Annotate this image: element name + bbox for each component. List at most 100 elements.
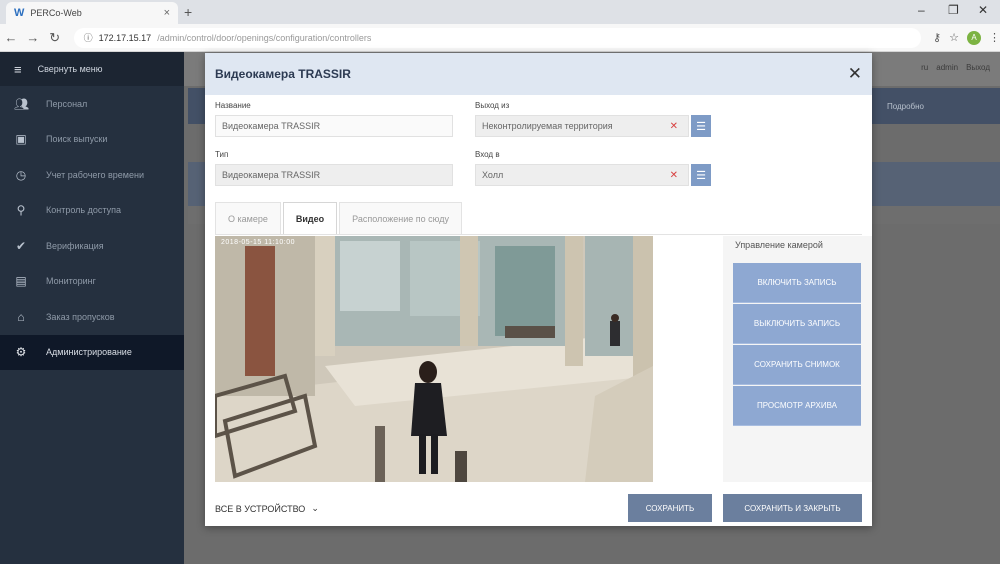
hamburger-icon: ≡	[14, 61, 22, 77]
collapse-menu[interactable]: ≡ Свернуть меню	[0, 52, 184, 86]
clock-doc-icon: ◷	[15, 167, 27, 182]
collapse-menu-label: Свернуть меню	[37, 64, 103, 74]
tab-about-camera[interactable]: О камере	[215, 202, 281, 234]
list-icon: ☰	[696, 120, 706, 133]
sidebar-item-administration[interactable]: ⚙ Администрирование	[0, 334, 184, 370]
window-close-icon[interactable]: ✕	[978, 3, 988, 17]
briefcase-icon: ▣	[15, 132, 27, 147]
forward-icon[interactable]: →	[22, 30, 44, 45]
key-icon: ⚲	[16, 203, 26, 218]
sidebar-item-personnel[interactable]: 👥︎ Персонал	[0, 86, 184, 122]
save-button[interactable]: Сохранить	[628, 494, 712, 522]
minimize-icon[interactable]: –	[918, 3, 925, 17]
entry-to-field: Вход в Холл ✕	[475, 150, 689, 186]
sidebar-item-monitoring[interactable]: ▤ Мониторинг	[0, 264, 184, 300]
people-icon: 👥︎	[14, 96, 30, 111]
type-input: Видеокамера TRASSIR	[215, 164, 453, 186]
save-snapshot-button[interactable]: Сохранить снимок	[733, 345, 861, 385]
sidebar-item-verification[interactable]: ✔ Верификация	[0, 228, 184, 264]
camera-control-title: Управление камерой	[735, 240, 823, 250]
info-icon: ⓘ	[83, 33, 93, 43]
browser-tabstrip: W PERCo-Web × + – ❐ ✕	[0, 0, 1000, 24]
back-icon[interactable]: ←	[0, 30, 22, 45]
tab-video[interactable]: Видео	[282, 202, 338, 234]
sidebar-item-label: Заказ пропусков	[46, 311, 115, 322]
exit-from-field: Выход из Неконтролируемая территория ✕	[475, 101, 689, 137]
name-field: Название Видеокамера TRASSIR	[215, 101, 453, 137]
language-switch[interactable]: ru	[921, 63, 928, 72]
profile-avatar[interactable]: A	[966, 30, 981, 45]
type-field: Тип Видеокамера TRASSIR	[215, 150, 453, 186]
chat-icon: ▤	[15, 274, 27, 289]
chevron-down-icon: ⌄	[311, 503, 319, 513]
list-icon: ☰	[696, 169, 706, 182]
reload-icon[interactable]: ↻	[44, 30, 66, 46]
camera-form: Название Видеокамера TRASSIR Тип Видеока…	[205, 95, 872, 205]
address-bar[interactable]: ⓘ 172.17.15.17 /admin/control/door/openi…	[73, 27, 922, 48]
dialog-tabs: О камере Видео Расположение по сюду	[215, 202, 464, 234]
dialog-header: Видеокамера TRASSIR ✕	[205, 53, 872, 95]
sidebar-item-label: Верификация	[46, 240, 104, 251]
video-timestamp: 2018-05-15 11:10:00	[221, 239, 295, 246]
entry-to-label: Вход в	[475, 150, 500, 159]
tab-location[interactable]: Расположение по сюду	[339, 202, 462, 234]
sidebar-item-label: Контроль доступа	[46, 205, 121, 216]
bookmark-star-icon[interactable]: ☆	[949, 31, 959, 44]
view-archive-button[interactable]: Просмотр архива	[733, 386, 861, 426]
type-value: Видеокамера TRASSIR	[222, 170, 321, 180]
address-path: /admin/control/door/openings/configurati…	[157, 32, 372, 43]
all-devices-label: ВСЕ В УСТРОЙСТВО	[215, 503, 306, 514]
sidebar-item-label: Персонал	[46, 98, 88, 109]
sidebar-item-passes[interactable]: ▣ Поиск выпуски	[0, 122, 184, 158]
address-ip: 172.17.15.17	[98, 32, 152, 43]
maximize-icon[interactable]: ❐	[948, 3, 959, 17]
entry-to-select[interactable]: Холл ✕	[475, 164, 689, 186]
name-input[interactable]: Видеокамера TRASSIR	[215, 115, 453, 137]
camera-control-panel: Управление камерой Включить запись Выклю…	[723, 236, 872, 482]
gear-icon: ⚙	[15, 345, 27, 360]
camera-dialog: Видеокамера TRASSIR ✕ Название Видеокаме…	[205, 53, 872, 526]
browser-tab-title: PERCo-Web	[30, 8, 82, 18]
app-sidebar: ≡ Свернуть меню 👥︎ Персонал ▣ Поиск выпу…	[0, 52, 184, 564]
clear-icon[interactable]: ✕	[670, 121, 678, 132]
exit-from-picker-button[interactable]: ☰	[691, 115, 711, 137]
verify-icon: ✔	[15, 238, 27, 253]
dialog-footer: ВСЕ В УСТРОЙСТВО ⌄ Сохранить Сохранить и…	[205, 487, 872, 526]
type-label: Тип	[215, 150, 229, 159]
sidebar-item-pass-orders[interactable]: ⌂ Заказ пропусков	[0, 299, 184, 335]
close-tab-icon[interactable]: ×	[164, 7, 170, 19]
sidebar-item-label: Поиск выпуски	[46, 134, 108, 145]
all-devices-link[interactable]: ВСЕ В УСТРОЙСТВО ⌄	[215, 503, 319, 514]
browser-tab[interactable]: W PERCo-Web ×	[6, 2, 178, 24]
name-label: Название	[215, 101, 251, 110]
key-icon[interactable]: ⚷	[933, 31, 941, 44]
user-name[interactable]: admin	[936, 63, 958, 72]
menu-dots-icon[interactable]: ⋮	[989, 31, 1000, 44]
exit-from-value: Неконтролируемая территория	[482, 121, 613, 131]
pass-icon: ⌂	[17, 309, 25, 324]
logout-link[interactable]: Выход	[966, 63, 990, 72]
stop-recording-button[interactable]: Выключить запись	[733, 304, 861, 344]
entry-to-value: Холл	[482, 170, 504, 180]
entry-to-picker-button[interactable]: ☰	[691, 164, 711, 186]
video-frame-illustration	[215, 236, 653, 482]
sidebar-item-time-tracking[interactable]: ◷ Учет рабочего времени	[0, 157, 184, 193]
exit-from-label: Выход из	[475, 101, 510, 110]
sidebar-item-label: Мониторинг	[46, 276, 96, 287]
new-tab-button[interactable]: +	[184, 4, 192, 20]
close-icon[interactable]: ✕	[848, 64, 862, 84]
video-feed: 2018-05-15 11:10:00	[215, 236, 653, 482]
perco-logo-icon: W	[14, 7, 25, 19]
sidebar-item-access-control[interactable]: ⚲ Контроль доступа	[0, 193, 184, 229]
sidebar-item-label: Администрирование	[46, 347, 132, 358]
browser-toolbar: ← → ↻ ⓘ 172.17.15.17 /admin/control/door…	[0, 24, 1000, 52]
dialog-title: Видеокамера TRASSIR	[215, 67, 351, 81]
sidebar-item-label: Учет рабочего времени	[46, 169, 144, 180]
bg-column-header: Подробно	[886, 102, 924, 111]
start-recording-button[interactable]: Включить запись	[733, 263, 861, 303]
clear-icon[interactable]: ✕	[670, 170, 678, 181]
name-value: Видеокамера TRASSIR	[222, 121, 321, 131]
tabs-divider	[215, 234, 862, 235]
save-and-close-button[interactable]: Сохранить и закрыть	[723, 494, 862, 522]
exit-from-select[interactable]: Неконтролируемая территория ✕	[475, 115, 689, 137]
